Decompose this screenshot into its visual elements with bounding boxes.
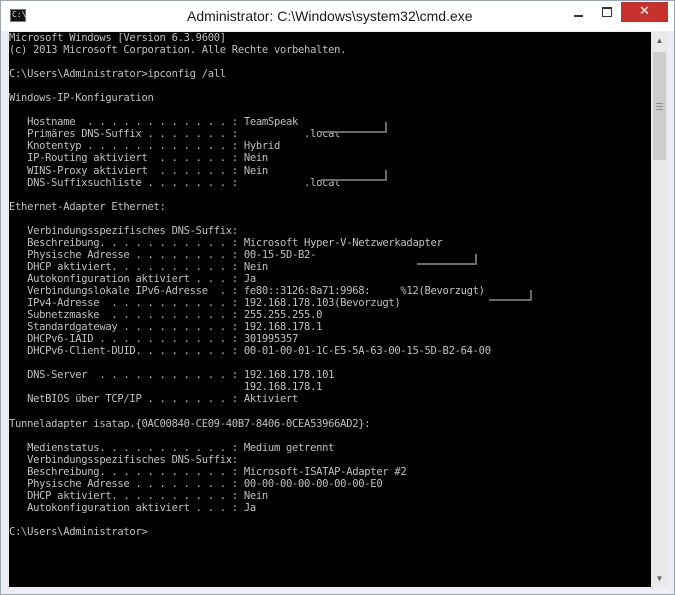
window-title: Administrator: C:\Windows\system32\cmd.e…: [187, 8, 473, 24]
scroll-thumb[interactable]: [653, 52, 666, 160]
console-line: DHCP aktiviert. . . . . . . . . . : Nein: [9, 260, 268, 273]
console-line: (c) 2013 Microsoft Corporation. Alle Rec…: [9, 44, 347, 57]
vertical-scrollbar[interactable]: ▲ ▼: [651, 32, 668, 587]
close-button[interactable]: ✕: [621, 2, 668, 22]
console-line: Beschreibung. . . . . . . . . . . : Micr…: [9, 465, 407, 478]
redaction-mark: [489, 290, 532, 301]
console-line: Subnetzmaske . . . . . . . . . . : 255.2…: [9, 309, 323, 322]
console-line: Tunneladapter isatap.{0AC00840-CE09-40B7…: [9, 417, 371, 430]
redaction-mark: [321, 170, 387, 181]
console-text: Microsoft Windows [Version 6.3.9600] (c) …: [9, 32, 651, 538]
console-line: Physische Adresse . . . . . . . . : 00-1…: [9, 248, 317, 261]
console-line: Ethernet-Adapter Ethernet:: [9, 200, 166, 213]
console-line: Autokonfiguration aktiviert . . . : Ja: [9, 501, 256, 514]
console-line: Microsoft Windows [Version 6.3.9600]: [9, 32, 226, 44]
console-line: C:\Users\Administrator>: [9, 525, 148, 538]
console-line: DNS-Server . . . . . . . . . . . : 192.1…: [9, 369, 335, 382]
console-line: Knotentyp . . . . . . . . . . . . : Hybr…: [9, 140, 280, 153]
cmd-icon-glyph: C:\: [12, 10, 27, 19]
console-line: IP-Routing aktiviert . . . . . . : Nein: [9, 152, 268, 165]
console-line: NetBIOS über TCP/IP . . . . . . . : Akti…: [9, 393, 299, 406]
maximize-button[interactable]: [593, 2, 620, 22]
console-line: Beschreibung. . . . . . . . . . . : Micr…: [9, 236, 443, 249]
redaction-mark: [417, 254, 477, 265]
console-line: DHCPv6-IAID . . . . . . . . . . . : 3019…: [9, 333, 299, 346]
console-line: DHCP aktiviert. . . . . . . . . . : Nein: [9, 489, 268, 502]
console-line: Medienstatus. . . . . . . . . . . : Medi…: [9, 441, 335, 454]
console-line: Physische Adresse . . . . . . . . : 00-0…: [9, 477, 383, 490]
console-output[interactable]: Microsoft Windows [Version 6.3.9600] (c) …: [9, 32, 651, 587]
title-bar[interactable]: C:\ Administrator: C:\Windows\system32\c…: [1, 1, 674, 31]
console-line: Autokonfiguration aktiviert . . . : Ja: [9, 272, 256, 285]
scroll-down-icon[interactable]: ▼: [651, 570, 668, 587]
console-line: DHCPv6-Client-DUID. . . . . . . . : 00-0…: [9, 345, 491, 358]
console-line: IPv4-Adresse . . . . . . . . . . : 192.1…: [9, 297, 401, 310]
maximize-icon: [601, 7, 612, 17]
redaction-mark: [321, 122, 387, 133]
console-line: 192.168.178.1: [9, 381, 323, 394]
scroll-up-icon[interactable]: ▲: [651, 32, 668, 49]
minimize-icon: [574, 15, 583, 17]
console-line: Verbindungslokale IPv6-Adresse . : fe80:…: [9, 284, 485, 297]
cmd-icon[interactable]: C:\: [10, 9, 26, 22]
console-line: Windows-IP-Konfiguration: [9, 92, 154, 105]
console-line: C:\Users\Administrator>ipconfig /all: [9, 68, 226, 81]
cmd-window: C:\ Administrator: C:\Windows\system32\c…: [0, 0, 675, 595]
grip-icon: [656, 102, 663, 110]
close-icon: ✕: [639, 4, 650, 19]
console-line: Verbindungsspezifisches DNS-Suffix:: [9, 453, 238, 466]
console-line: Standardgateway . . . . . . . . . : 192.…: [9, 321, 323, 334]
minimize-button[interactable]: [565, 2, 592, 22]
console-line: Verbindungsspezifisches DNS-Suffix:: [9, 224, 238, 237]
